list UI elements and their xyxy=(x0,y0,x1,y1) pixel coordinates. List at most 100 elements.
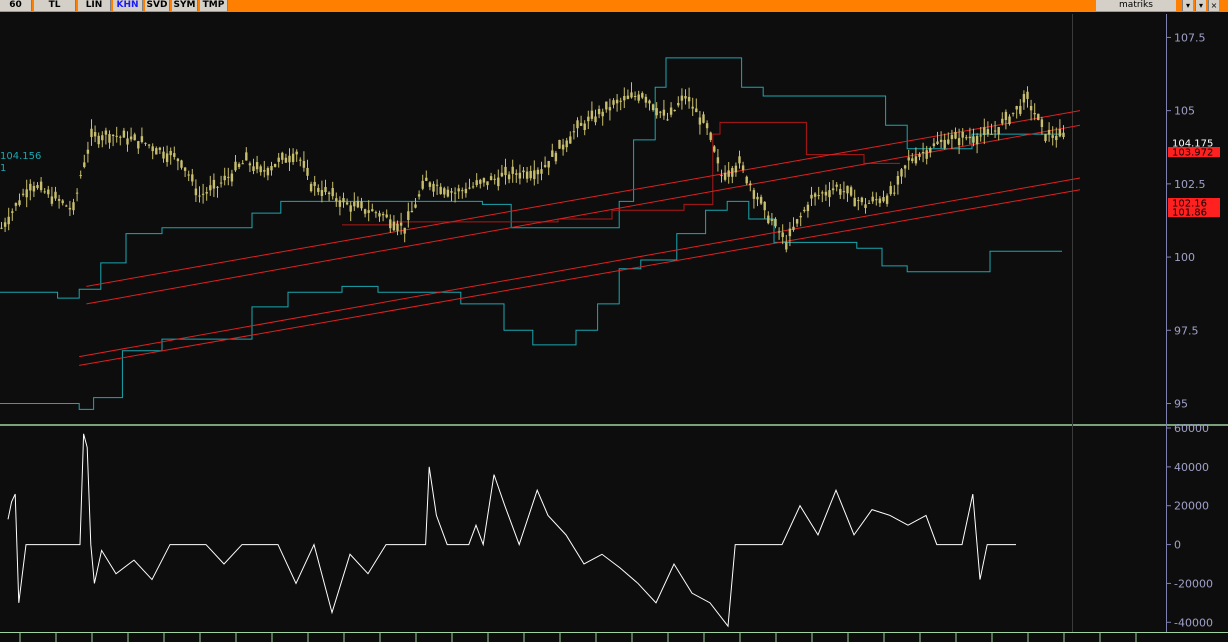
candle-body xyxy=(345,202,349,205)
candle-body xyxy=(281,152,284,160)
candle-body xyxy=(313,181,316,186)
candle-body xyxy=(889,186,892,195)
candle-body xyxy=(255,162,259,170)
oscillator-panel: 60000 40000 20000 0 -20000 -40000 xyxy=(0,422,1228,642)
candle-body xyxy=(201,193,205,195)
channel-line-4 xyxy=(79,189,1081,366)
candle-body xyxy=(450,191,453,193)
candle-body xyxy=(767,215,770,224)
price-tick-label: 100 xyxy=(1174,251,1195,264)
candle-body xyxy=(421,180,424,189)
price-tick-label: 102.5 xyxy=(1174,178,1206,191)
candle-body xyxy=(291,153,295,162)
candle-body xyxy=(648,100,651,104)
candle-body xyxy=(439,186,442,195)
osc-tick-label: -40000 xyxy=(1174,616,1213,629)
price-panel: 104.1561107.5105102.510097.595104.175103… xyxy=(0,14,1228,632)
candle-body xyxy=(7,216,10,225)
price-badge-label: 101.86 xyxy=(1172,208,1207,219)
candle-body xyxy=(295,151,298,155)
candle-body xyxy=(489,176,493,181)
candle-body xyxy=(453,192,457,194)
osc-tick-label: 20000 xyxy=(1174,500,1209,513)
candle-body xyxy=(734,165,738,173)
candle-body xyxy=(147,144,151,146)
candle-body xyxy=(684,96,687,99)
candle-body xyxy=(533,170,536,180)
candle-body xyxy=(21,193,25,195)
candle-body xyxy=(659,111,662,113)
candle-body xyxy=(795,219,799,224)
candle-body xyxy=(212,179,216,189)
candle-body xyxy=(36,185,39,189)
candle-body xyxy=(165,153,169,163)
candle-body xyxy=(443,188,446,195)
candle-body xyxy=(543,165,547,167)
candle-body xyxy=(306,167,309,176)
candle-body xyxy=(979,135,982,137)
candle-body xyxy=(79,175,82,177)
candle-body xyxy=(1011,112,1015,114)
candle-body xyxy=(1051,135,1054,138)
midline xyxy=(342,121,900,226)
candle-body xyxy=(1022,94,1026,103)
candle-body xyxy=(828,190,831,198)
candle-body xyxy=(608,107,612,111)
candle-body xyxy=(479,179,482,184)
candle-body xyxy=(975,135,979,145)
candle-body xyxy=(1062,132,1065,137)
candle-body xyxy=(237,163,241,168)
candle-body xyxy=(299,159,302,161)
candle-body xyxy=(1044,134,1047,142)
candle-body xyxy=(169,150,172,156)
candle-body xyxy=(882,197,885,202)
candle-body xyxy=(903,165,907,169)
candle-body xyxy=(500,172,504,177)
candle-body xyxy=(1047,129,1051,135)
candle-body xyxy=(540,169,543,174)
candle-body xyxy=(374,212,378,214)
candle-body xyxy=(385,214,388,218)
candle-body xyxy=(158,147,162,150)
price-tick-label: 95 xyxy=(1174,398,1188,411)
candle-body xyxy=(367,210,370,213)
candle-body xyxy=(741,165,745,171)
candle-body xyxy=(857,199,860,201)
candle-body xyxy=(990,133,993,135)
candle-body xyxy=(140,136,144,142)
candle-body xyxy=(144,142,147,144)
candle-body xyxy=(839,188,842,195)
candle-body xyxy=(702,114,705,123)
candle-body xyxy=(72,202,75,211)
candle-body xyxy=(50,196,54,204)
candle-body xyxy=(867,202,871,204)
oscillator-line xyxy=(7,433,1016,628)
candle-body xyxy=(972,136,975,143)
candle-body xyxy=(1026,91,1029,99)
candle-body xyxy=(475,180,478,186)
candle-body xyxy=(97,135,100,145)
candle-body xyxy=(961,131,964,138)
candle-body xyxy=(3,222,7,227)
candle-body xyxy=(900,169,903,177)
candle-body xyxy=(302,160,306,168)
candle-body xyxy=(770,219,774,221)
candle-body xyxy=(335,198,338,202)
candle-body xyxy=(32,185,36,192)
candle-body xyxy=(623,95,626,101)
candle-body xyxy=(885,195,889,204)
candle-body xyxy=(119,136,122,138)
candle-body xyxy=(525,171,529,179)
candle-body xyxy=(86,149,90,154)
candle-body xyxy=(61,200,64,204)
candle-body xyxy=(511,166,514,174)
candle-body xyxy=(241,163,244,165)
candle-body xyxy=(878,198,882,204)
candle-body xyxy=(572,131,576,133)
candle-body xyxy=(619,100,622,102)
candle-body xyxy=(507,174,511,180)
candle-body xyxy=(461,190,464,192)
candle-body xyxy=(39,181,43,191)
candle-body xyxy=(831,188,835,191)
candle-body xyxy=(677,102,680,106)
